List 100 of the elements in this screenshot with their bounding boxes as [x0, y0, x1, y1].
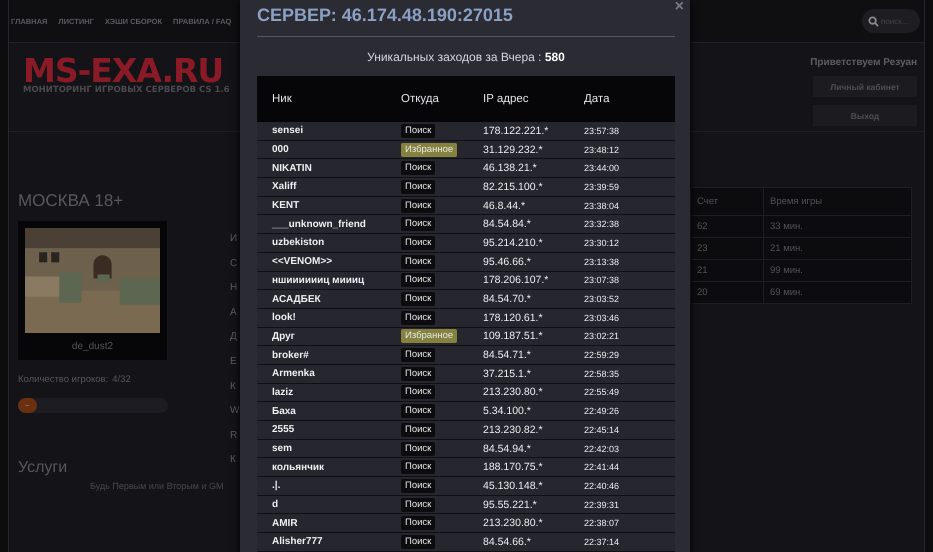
info-label: R [230, 428, 238, 442]
source-badge: Поиск [401, 516, 436, 530]
info-label: К [230, 380, 236, 394]
table-cell: 178.206.107.* [483, 271, 584, 290]
source-badge: Поиск [401, 385, 436, 400]
table-cell: 23:38:04 [584, 196, 675, 215]
source-badge: Поиск [401, 310, 436, 325]
source-badge: Поиск [401, 198, 436, 213]
table-cell: 22:37:14 [584, 532, 675, 552]
source-badge: Поиск [401, 236, 436, 250]
table-cell: 22:49:26 [584, 402, 675, 420]
source-badge: Поиск [401, 348, 436, 362]
table-cell: 45.130.148.* [483, 476, 584, 496]
table-cell: sem [257, 439, 401, 458]
dialog-title: СЕРВЕР: 46.174.48.190:27015 [257, 0, 675, 37]
source-badge: Избранное [401, 142, 458, 157]
table-cell: кольянчик [257, 458, 401, 477]
table-cell: ншииииииц миииц [257, 271, 401, 290]
players-count: 4/32 [112, 374, 131, 385]
table-cell: 23 [690, 238, 764, 260]
info-label: Д [230, 330, 237, 344]
table-cell: 95.46.66.* [483, 252, 584, 271]
table-cell: Alisher777 [257, 532, 401, 552]
table-cell: 22:38:07 [584, 514, 675, 533]
column-header: IP адрес [483, 76, 584, 122]
table-cell: sensei [257, 122, 401, 140]
table-cell: 84.54.94.* [483, 439, 584, 458]
info-label: Н [230, 281, 238, 295]
table-cell: 46.138.21.* [483, 158, 584, 178]
close-button[interactable]: × [674, 0, 684, 14]
column-header: Дата [584, 76, 675, 122]
table-cell: Armenka [257, 364, 401, 384]
table-cell: 213.230.82.* [483, 420, 584, 440]
table-cell: 23:30:12 [584, 234, 675, 252]
table-cell: look! [257, 308, 401, 328]
table-cell: 188.170.75.* [483, 458, 584, 477]
table-cell: 84.54.66.* [483, 532, 584, 552]
source-badge: Поиск [401, 180, 436, 194]
source-badge: Поиск [401, 534, 436, 549]
source-badge: Поиск [401, 442, 436, 456]
source-badge: Поиск [401, 478, 436, 493]
table-cell: KENT [257, 196, 401, 215]
table-cell: 22:55:49 [584, 383, 675, 402]
table-cell: AMIR [257, 514, 401, 533]
table-cell: 21 мин. [764, 238, 912, 260]
table-cell: 178.120.61.* [483, 308, 584, 328]
table-cell: 20 [690, 282, 764, 304]
logo-text: MS-EXA.RU [23, 55, 224, 87]
source-badge: Избранное [401, 329, 458, 344]
source-badge: Поиск [401, 460, 436, 474]
table-cell: 213.230.80.* [483, 514, 584, 533]
table-cell: 23:03:52 [584, 290, 675, 308]
server-name: МОСКВА 18+ [18, 191, 124, 211]
table-cell: Друг [257, 327, 401, 346]
source-badge: Поиск [401, 273, 436, 288]
source-badge: Поиск [401, 422, 436, 437]
info-label: К [230, 453, 236, 467]
table-cell: 22:39:31 [584, 495, 675, 514]
info-label: W [230, 404, 240, 418]
table-cell: 22:40:46 [584, 476, 675, 496]
source-badge: Поиск [401, 292, 436, 306]
table-cell: 22:42:03 [584, 439, 675, 458]
search-icon [868, 16, 879, 27]
table-cell: 62 [690, 216, 764, 238]
column-header: Ник [257, 76, 401, 122]
table-cell: 109.187.51.* [483, 327, 584, 346]
table-cell: 99 мин. [764, 260, 912, 282]
table-cell: 22:45:14 [584, 420, 675, 440]
table-cell: laziz [257, 383, 401, 402]
info-label: И [230, 232, 238, 246]
table-cell: <<VENOM>> [257, 252, 401, 271]
table-cell: АСАДБЕК [257, 290, 401, 308]
table-cell: 23:48:12 [584, 140, 675, 159]
table-cell: 2555 [257, 420, 401, 440]
table-cell: 22:41:44 [584, 458, 675, 477]
source-badge: Поиск [401, 366, 436, 381]
table-cell: NIKATIN [257, 158, 401, 178]
table-cell: 23:02:21 [584, 327, 675, 346]
table-cell: d [257, 495, 401, 514]
table-cell: ___unknown_friend [257, 214, 401, 234]
table-cell: 84.54.70.* [483, 290, 584, 308]
table-cell: 23:39:59 [584, 178, 675, 196]
table-cell: 22:59:29 [584, 346, 675, 364]
source-badge: Поиск [401, 161, 436, 176]
source-badge: Поиск [401, 217, 436, 232]
table-cell: 23:03:46 [584, 308, 675, 328]
table-cell: 95.214.210.* [483, 234, 584, 252]
table-cell: 23:32:38 [584, 214, 675, 234]
table-cell: 95.55.221.* [483, 495, 584, 514]
progress-fill: ~ [18, 398, 37, 413]
source-badge: Поиск [401, 404, 436, 418]
column-header: Время игры [764, 188, 912, 216]
info-label: С [230, 256, 238, 270]
source-badge: Поиск [401, 124, 436, 138]
table-cell: 23:57:38 [584, 122, 675, 140]
source-badge: Поиск [401, 254, 436, 269]
table-cell: 31.129.232.* [483, 140, 584, 159]
info-label: А [230, 306, 237, 320]
info-label: Е [230, 354, 237, 369]
table-cell: 84.54.71.* [483, 346, 584, 364]
